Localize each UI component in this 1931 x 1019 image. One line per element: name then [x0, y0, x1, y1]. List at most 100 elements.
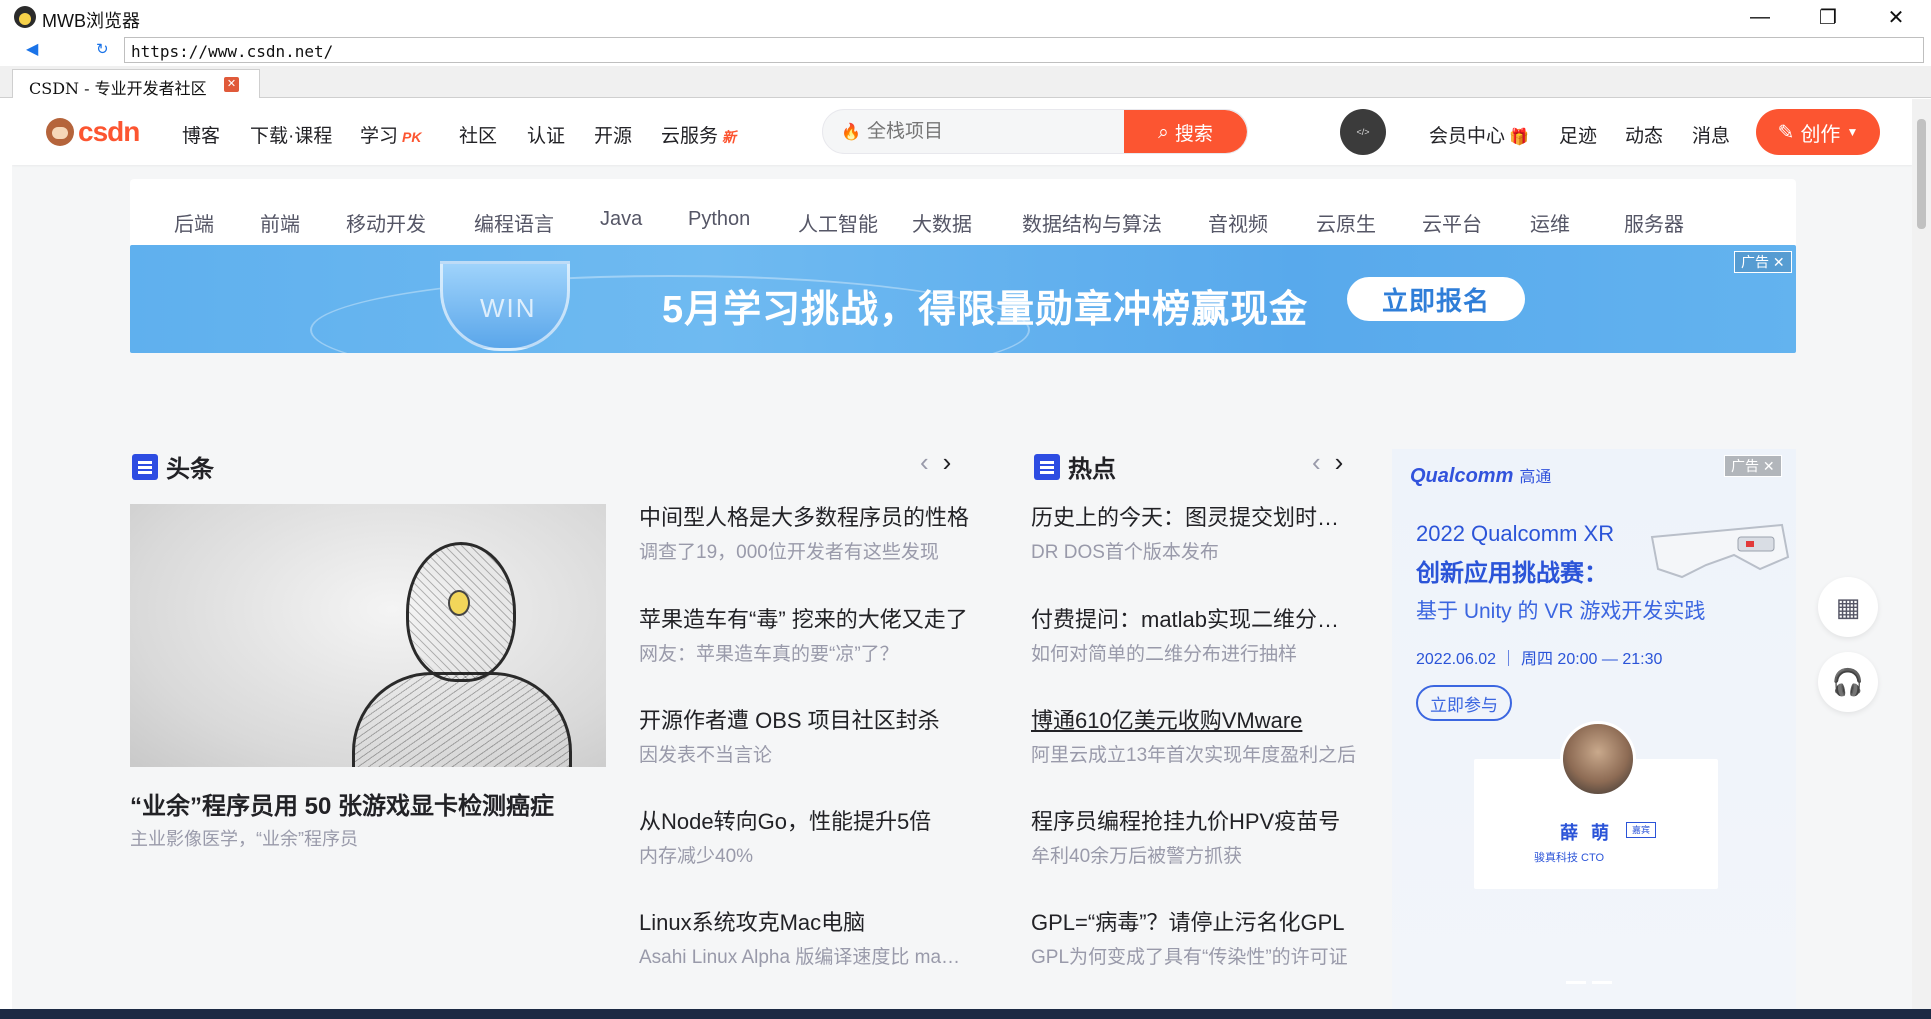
gift-icon: 🎁	[1509, 129, 1529, 146]
new-badge: 新	[722, 129, 737, 145]
nav-certification[interactable]: 认证	[527, 121, 565, 148]
search-input[interactable]	[867, 121, 1067, 143]
close-window-button[interactable]: ✕	[1862, 0, 1930, 34]
csdn-logo[interactable]: csdn	[46, 116, 140, 147]
side-ad-card[interactable]: Qualcomm 高通 广告 ✕ 2022 Qualcomm XR 创新应用挑战赛…	[1392, 449, 1796, 1009]
fire-icon: 🔥	[841, 124, 861, 141]
minimize-button[interactable]: —	[1726, 0, 1794, 34]
lightbulb-icon	[448, 590, 470, 616]
customer-service-headset-icon[interactable]: 🎧	[1818, 652, 1878, 712]
hot-header: 热点	[1034, 449, 1116, 484]
promo-banner[interactable]: WIN 5月学习挑战，得限量勋章冲榜赢现金 立即报名 广告 ✕	[130, 245, 1796, 353]
user-avatar[interactable]: </>	[1340, 109, 1386, 155]
chevron-right-icon[interactable]: ›	[943, 447, 952, 478]
category-item[interactable]: 服务器	[1624, 208, 1684, 237]
address-bar: ◀ ↻ https://www.csdn.net/	[0, 34, 1931, 66]
tab-close-icon[interactable]: ✕	[224, 77, 239, 92]
category-item[interactable]: 云原生	[1316, 208, 1376, 237]
logo-text: csdn	[78, 116, 140, 147]
hot-item[interactable]: 程序员编程抢挂九价HPV疫苗号 牟利40余万后被警方抓获	[1031, 808, 1361, 870]
tab-bar: CSDN - 专业开发者社区 ✕	[0, 66, 1931, 98]
category-item[interactable]: Python	[688, 208, 750, 231]
carousel-dots[interactable]	[1566, 981, 1612, 984]
headline-item[interactable]: 开源作者遭 OBS 项目社区封杀 因发表不当言论	[639, 707, 969, 769]
pk-badge: PK	[402, 129, 422, 145]
create-button[interactable]: ✎ 创作 ▼	[1756, 109, 1880, 155]
speaker-role-tag: 嘉宾	[1626, 822, 1656, 838]
headlines-pager: ‹ ›	[920, 447, 951, 478]
ad-close-tag[interactable]: 广告 ✕	[1724, 455, 1782, 477]
nav-cloud-service[interactable]: 云服务新	[661, 121, 736, 148]
window-titlebar: MWB浏览器 — ❐ ✕	[0, 0, 1931, 34]
ad-line-1: 2022 Qualcomm XR	[1416, 521, 1615, 546]
browser-app-icon	[14, 6, 36, 28]
hot-pager: ‹ ›	[1312, 447, 1343, 478]
headline-item[interactable]: 中间型人格是大多数程序员的性格 调查了19，000位开发者有这些发现	[639, 504, 969, 566]
news-board-icon	[1034, 453, 1060, 480]
nav-community[interactable]: 社区	[459, 121, 497, 148]
document-icon	[132, 453, 158, 480]
maximize-button[interactable]: ❐	[1794, 0, 1862, 34]
headline-item[interactable]: Linux系统攻克Mac电脑 Asahi Linux Alpha 版编译速度比 …	[639, 909, 969, 971]
qr-code-icon[interactable]: ▦	[1818, 577, 1878, 637]
hot-item[interactable]: 付费提问：matlab实现二维分布抽样 如何对简单的二维分布进行抽样	[1031, 606, 1361, 668]
search-button[interactable]: ⌕ 搜索	[1124, 110, 1247, 153]
nav-messages[interactable]: 消息	[1692, 121, 1730, 148]
join-now-button[interactable]: 立即参与	[1416, 685, 1512, 721]
feature-image[interactable]	[130, 504, 606, 767]
headline-item[interactable]: 苹果造车有“毒” 挖来的大佬又走了 网友：苹果造车真的要“凉”了？	[639, 606, 969, 668]
back-arrow-icon[interactable]: ◀	[26, 41, 44, 59]
refresh-icon[interactable]: ↻	[96, 41, 114, 59]
category-item[interactable]: Java	[600, 208, 642, 231]
headline-item[interactable]: 从Node转向Go，性能提升5倍 内存减少40%	[639, 808, 969, 870]
pen-icon: ✎	[1777, 121, 1795, 144]
chevron-left-icon[interactable]: ‹	[1312, 447, 1321, 478]
nav-member-center[interactable]: 会员中心 🎁	[1429, 121, 1529, 148]
page-viewport: csdn 博客 下载·课程 学习PK 社区 认证 开源 云服务新 🔥 ⌕ 搜索 …	[12, 99, 1912, 1009]
url-field[interactable]: https://www.csdn.net/	[124, 37, 1924, 63]
page-scrollbar[interactable]	[1912, 99, 1931, 1009]
csdn-mascot-icon	[46, 118, 74, 146]
nav-download-course[interactable]: 下载·课程	[250, 121, 332, 148]
tab-csdn[interactable]: CSDN - 专业开发者社区 ✕	[12, 69, 260, 98]
speaker-title: 骏真科技 CTO	[1534, 852, 1605, 864]
scrollbar-thumb[interactable]	[1917, 119, 1926, 229]
ad-close-tag[interactable]: 广告 ✕	[1734, 251, 1792, 273]
nav-blog[interactable]: 博客	[182, 121, 220, 148]
chevron-left-icon[interactable]: ‹	[920, 447, 929, 478]
nav-footprint[interactable]: 足迹	[1559, 121, 1597, 148]
nav-learn[interactable]: 学习 PK	[360, 121, 421, 148]
ad-line-2: 创新应用挑战赛：	[1416, 560, 1608, 587]
banner-headline: 5月学习挑战，得限量勋章冲榜赢现金	[662, 289, 1309, 331]
csdn-top-nav: csdn 博客 下载·课程 学习PK 社区 认证 开源 云服务新 🔥 ⌕ 搜索 …	[12, 99, 1912, 165]
hot-item[interactable]: GPL=“病毒”？请停止污名化GPL GPL为何变成了具有“传染性”的许可证	[1031, 909, 1361, 971]
headlines-header: 头条	[132, 449, 214, 484]
hot-item[interactable]: 历史上的今天：图灵提交划时代论文 DR DOS首个版本发布	[1031, 504, 1361, 566]
category-item[interactable]: 编程语言	[474, 208, 554, 237]
category-item[interactable]: 数据结构与算法	[1022, 208, 1162, 237]
category-item[interactable]: 音视频	[1208, 208, 1268, 237]
ad-line-3: 基于 Unity 的 VR 游戏开发实践	[1416, 600, 1706, 623]
taskbar-strip	[0, 1009, 1931, 1019]
caret-down-icon: ▼	[1846, 125, 1859, 139]
register-now-button[interactable]: 立即报名	[1347, 277, 1525, 321]
nav-activity[interactable]: 动态	[1625, 121, 1663, 148]
nav-opensource[interactable]: 开源	[594, 121, 632, 148]
category-item[interactable]: 大数据	[912, 208, 972, 237]
feature-title[interactable]: “业余”程序员用 50 张游戏显卡检测癌症	[130, 786, 554, 821]
window-title: MWB浏览器	[42, 11, 140, 31]
category-item[interactable]: 前端	[260, 208, 300, 237]
qualcomm-logo: Qualcomm 高通	[1410, 465, 1552, 487]
hot-item[interactable]: 博通610亿美元收购VMware 阿里云成立13年首次实现年度盈利之后	[1031, 707, 1361, 769]
feature-subtitle: 主业影像医学，“业余”程序员	[130, 829, 358, 849]
chevron-right-icon[interactable]: ›	[1335, 447, 1344, 478]
tab-label: CSDN - 专业开发者社区	[29, 79, 207, 98]
category-item[interactable]: 运维	[1530, 208, 1570, 237]
ad-date: 2022.06.02 ｜ 周四 20:00 — 21:30	[1416, 651, 1663, 668]
category-item[interactable]: 云平台	[1422, 208, 1482, 237]
category-item[interactable]: 移动开发	[346, 208, 426, 237]
category-item[interactable]: 后端	[174, 208, 214, 237]
speaker-photo	[1560, 721, 1636, 797]
category-item[interactable]: 人工智能	[798, 208, 878, 237]
xr-glasses-icon	[1650, 523, 1790, 579]
